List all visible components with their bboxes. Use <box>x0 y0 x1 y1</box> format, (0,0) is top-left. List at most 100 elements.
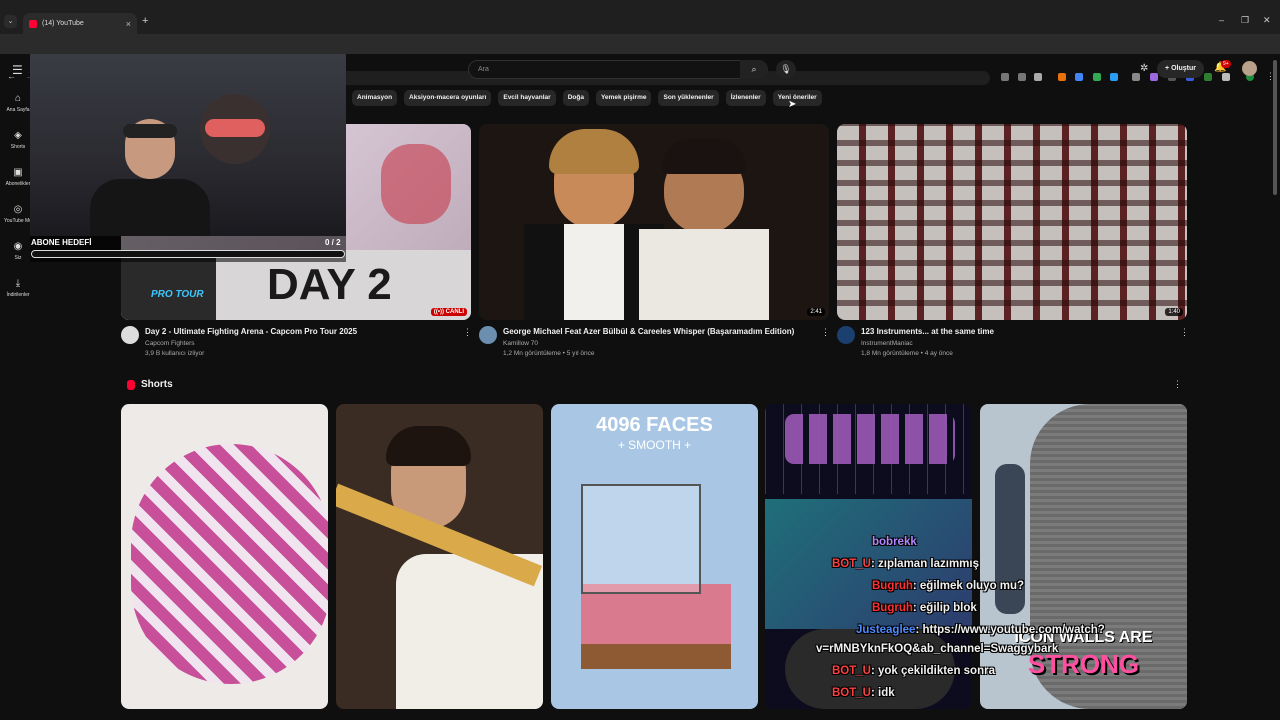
channel-name[interactable]: Kamillow 70 <box>503 340 538 347</box>
thumb-subtitle: PRO TOUR <box>151 289 204 300</box>
chip-doga[interactable]: Doğa <box>562 90 589 106</box>
tab-close-icon[interactable]: × <box>126 19 131 29</box>
subscriber-goal-label: ABONE HEDEFİ <box>31 238 92 247</box>
video-stats: 1,2 Mn görüntüleme • 5 yıl önce <box>503 350 595 357</box>
category-chips: Animasyon Aksiyon-macera oyunları Evcil … <box>352 90 822 106</box>
create-label: Oluştur <box>1171 65 1196 72</box>
microphone-icon[interactable]: 🎙 <box>776 60 796 79</box>
extension-icon[interactable] <box>1093 73 1101 81</box>
video-stats: 1,8 Mn görüntüleme • 4 ay önce <box>861 350 953 357</box>
page-scrollbar[interactable] <box>1273 60 1277 195</box>
video-thumbnail[interactable]: 2:41 <box>479 124 829 320</box>
chat-user: BOT_U <box>832 687 871 699</box>
extension-gear-icon[interactable]: ✲ <box>1140 63 1148 74</box>
search-icon[interactable]: ⌕ <box>740 60 768 79</box>
tab-search-button[interactable]: ⌄ <box>4 15 17 28</box>
close-window-icon[interactable]: ✕ <box>1263 15 1271 26</box>
avatar[interactable] <box>1242 61 1257 76</box>
chat-message: : zıplaman lazımmış <box>870 558 979 570</box>
address-bar-row: ← → ↻ youtube.com ⋮ <box>0 34 1280 85</box>
extension-icon[interactable] <box>1150 73 1158 81</box>
chip-son-yuklenenler[interactable]: Son yüklenenler <box>658 90 719 106</box>
chip-animasyon[interactable]: Animasyon <box>352 90 398 106</box>
sidebar-item-label: YouTube Mu <box>4 218 32 224</box>
shorts-text: 4096 FACES <box>596 414 713 436</box>
sidebar-item-label: Siz <box>14 255 22 261</box>
extension-icon[interactable] <box>1058 73 1066 81</box>
video-thumbnail[interactable]: 1:40 <box>837 124 1187 320</box>
live-badge-label: CANLI <box>445 309 464 315</box>
chat-user: BOT_U <box>832 558 871 570</box>
video-title[interactable]: Day 2 - Ultimate Fighting Arena - Capcom… <box>145 327 357 336</box>
chat-line: Justeaglee: https://www.youtube.com/watc… <box>856 624 1105 636</box>
notification-badge: 9+ <box>1221 60 1231 68</box>
subscriber-goal-progress <box>31 250 345 258</box>
chip-aksiyon-macera[interactable]: Aksiyon-macera oyunları <box>404 90 492 106</box>
bookmark-star-icon[interactable] <box>1034 73 1042 81</box>
mouse-cursor-icon: ➤ <box>788 99 797 110</box>
sidebar-item-label: İndirilenler <box>6 292 30 298</box>
new-tab-button[interactable]: + <box>142 15 148 27</box>
shorts-logo-icon <box>127 380 135 390</box>
chat-message: : yok çekildikten sonra <box>870 665 995 677</box>
extension-icon[interactable] <box>1132 73 1140 81</box>
shorts-section-title: Shorts <box>141 379 173 390</box>
chat-message: v=rMNBYknFkOQ&ab_channel=Swaggybark <box>816 643 1059 655</box>
more-options-icon[interactable]: ⋮ <box>1180 327 1189 338</box>
channel-name[interactable]: InstrumentManiac <box>861 340 913 347</box>
video-title[interactable]: George Michael Feat Azer Bülbül & Careel… <box>503 327 794 336</box>
channel-avatar[interactable] <box>121 326 139 344</box>
browser-tab-bar: ⌄ (14) YouTube × + – ❐ ✕ <box>0 0 1280 34</box>
more-options-icon[interactable]: ⋮ <box>821 327 830 338</box>
chip-izlenenler[interactable]: İzlenenler <box>725 90 766 106</box>
chat-user: BOT_U <box>832 665 871 677</box>
video-stats: 3,9 B kullanıcı izliyor <box>145 350 205 357</box>
more-options-icon[interactable]: ⋮ <box>463 327 472 338</box>
chat-message: : https://www.youtube.com/watch? <box>915 624 1105 636</box>
shorts-more-icon[interactable]: ⋮ <box>1173 379 1182 390</box>
maximize-icon[interactable]: ❐ <box>1241 15 1249 26</box>
minimize-icon[interactable]: – <box>1219 15 1224 25</box>
chip-evcil-hayvanlar[interactable]: Evcil hayvanlar <box>498 90 556 106</box>
hamburger-menu-icon[interactable]: ☰ <box>12 63 23 77</box>
chat-message: : eğilmek oluyo mu? <box>912 580 1025 592</box>
eye-off-icon[interactable] <box>1018 73 1026 81</box>
sidebar-item-label: Abonelikler <box>5 181 31 187</box>
cast-icon[interactable] <box>1001 73 1009 81</box>
video-duration: 2:41 <box>807 308 825 316</box>
sidebar-item-label: Ana Sayfa <box>6 107 30 113</box>
extension-icon[interactable] <box>1110 73 1118 81</box>
chat-line: BOT_U: zıplaman lazımmış <box>832 558 979 570</box>
sidebar-item-label: Shorts <box>10 144 26 150</box>
video-duration: 1:40 <box>1165 308 1183 316</box>
chat-user: Justeaglee <box>856 624 916 636</box>
chip-yeni-oneriler[interactable]: Yeni öneriler <box>772 90 822 106</box>
extension-icon[interactable] <box>1204 73 1212 81</box>
channel-avatar[interactable] <box>479 326 497 344</box>
chat-user: Bugruh <box>872 580 913 592</box>
chat-line: BOT_U: idk <box>832 687 895 699</box>
extension-icon[interactable] <box>1075 73 1083 81</box>
youtube-favicon-icon <box>29 19 37 28</box>
browser-tab[interactable]: (14) YouTube × <box>23 13 137 34</box>
shorts-subtext: + SMOOTH + <box>617 438 692 452</box>
chat-line: bobrekk <box>872 536 917 548</box>
shorts-thumbnail[interactable] <box>336 404 543 709</box>
create-button[interactable]: + Oluştur <box>1157 60 1204 78</box>
channel-name[interactable]: Capcom Fighters <box>145 340 195 347</box>
shorts-thumbnail[interactable] <box>121 404 328 709</box>
shorts-thumbnail[interactable]: 4096 FACES + SMOOTH + <box>551 404 758 709</box>
subscriber-goal-count: 0 / 2 <box>325 238 341 247</box>
chat-user: bobrekk <box>872 536 917 548</box>
chip-yemek-pisirme[interactable]: Yemek pişirme <box>595 90 652 106</box>
chat-line: v=rMNBYknFkOQ&ab_channel=Swaggybark <box>816 643 1058 655</box>
channel-avatar[interactable] <box>837 326 855 344</box>
chat-message: : idk <box>870 687 895 699</box>
stream-chat-overlay: bobrekk BOT_U: zıplaman lazımmış Bugruh:… <box>800 530 1130 715</box>
sidebar-item-downloads[interactable]: ⤓ İndirilenler <box>0 278 36 298</box>
search-input[interactable]: Ara <box>468 60 768 79</box>
video-title[interactable]: 123 Instruments... at the same time <box>861 327 994 336</box>
extensions-puzzle-icon[interactable] <box>1222 73 1230 81</box>
thumb-title: DAY 2 <box>267 260 392 309</box>
chat-message: : eğilip blok <box>912 602 977 614</box>
